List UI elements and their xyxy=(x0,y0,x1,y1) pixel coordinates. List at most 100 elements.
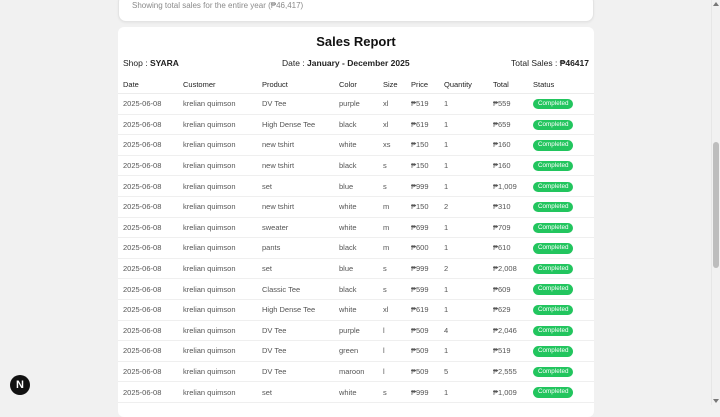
cell-size: l xyxy=(378,340,406,362)
cell-quantity: 1 xyxy=(439,175,488,197)
status-badge: Completed xyxy=(533,263,574,275)
summary-card: Showing total sales for the entire year … xyxy=(118,0,594,22)
sales-table: Date Customer Product Color Size Price Q… xyxy=(118,76,594,403)
cell-price: ₱999 xyxy=(406,381,439,403)
cell-price: ₱619 xyxy=(406,299,439,321)
cell-quantity: 1 xyxy=(439,381,488,403)
cell-product: DV Tee xyxy=(257,340,334,362)
cell-size: xl xyxy=(378,114,406,136)
scroll-up-arrow-icon[interactable] xyxy=(713,2,719,6)
total-sales-label: Total Sales : xyxy=(511,58,560,68)
cell-total: ₱1,009 xyxy=(488,381,528,403)
cell-total: ₱310 xyxy=(488,196,528,218)
cell-total: ₱2,046 xyxy=(488,320,528,342)
cell-price: ₱509 xyxy=(406,320,439,342)
cell-status: Completed xyxy=(528,237,594,259)
cell-customer: krelian quimson xyxy=(178,340,257,362)
nextjs-dev-badge-icon[interactable]: N xyxy=(10,375,30,395)
status-badge: Completed xyxy=(533,284,574,295)
cell-price: ₱599 xyxy=(406,278,439,300)
table-row: 2025-06-08 krelian quimson Classic Tee blac… xyxy=(118,278,594,300)
table-row: 2025-06-08 krelian quimson High Dense Tee b… xyxy=(118,114,594,136)
column-header-price: Price xyxy=(406,76,439,94)
cell-size: s xyxy=(378,258,406,280)
cell-total: ₱519 xyxy=(488,340,528,362)
column-header-quantity: Quantity xyxy=(439,76,488,94)
cell-date: 2025-06-08 xyxy=(118,114,178,136)
cell-color: maroon xyxy=(334,361,378,383)
cell-quantity: 1 xyxy=(439,340,488,362)
scrollbar-thumb[interactable] xyxy=(713,142,719,268)
status-badge: Completed xyxy=(533,243,574,254)
cell-quantity: 5 xyxy=(439,361,488,383)
cell-price: ₱150 xyxy=(406,196,439,218)
column-header-status: Status xyxy=(528,76,594,94)
cell-color: black xyxy=(334,278,378,300)
cell-product: Classic Tee xyxy=(257,278,334,300)
cell-price: ₱509 xyxy=(406,361,439,383)
cell-date: 2025-06-08 xyxy=(118,175,178,197)
cell-size: s xyxy=(378,155,406,177)
cell-quantity: 2 xyxy=(439,258,488,280)
cell-date: 2025-06-08 xyxy=(118,381,178,403)
cell-date: 2025-06-08 xyxy=(118,93,178,115)
cell-color: blue xyxy=(334,258,378,280)
cell-customer: krelian quimson xyxy=(178,114,257,136)
cell-date: 2025-06-08 xyxy=(118,320,178,342)
cell-status: Completed xyxy=(528,381,594,403)
table-row: 2025-06-08 krelian quimson set blue s ₱999 1 ₱1… xyxy=(118,175,594,197)
cell-total: ₱659 xyxy=(488,114,528,136)
cell-customer: krelian quimson xyxy=(178,381,257,403)
cell-quantity: 1 xyxy=(439,114,488,136)
cell-quantity: 1 xyxy=(439,278,488,300)
cell-status: Completed xyxy=(528,299,594,321)
cell-product: High Dense Tee xyxy=(257,114,334,136)
cell-color: white xyxy=(334,299,378,321)
cell-customer: krelian quimson xyxy=(178,361,257,383)
table-header-row: Date Customer Product Color Size Price Q… xyxy=(118,76,594,94)
cell-customer: krelian quimson xyxy=(178,93,257,115)
cell-product: DV Tee xyxy=(257,361,334,383)
cell-size: m xyxy=(378,196,406,218)
cell-quantity: 1 xyxy=(439,237,488,259)
cell-total: ₱160 xyxy=(488,134,528,156)
table-row: 2025-06-08 krelian quimson DV Tee green l ₱50… xyxy=(118,340,594,362)
cell-customer: krelian quimson xyxy=(178,320,257,342)
cell-status: Completed xyxy=(528,217,594,239)
cell-product: set xyxy=(257,258,334,280)
cell-customer: krelian quimson xyxy=(178,155,257,177)
column-header-color: Color xyxy=(334,76,378,94)
cell-date: 2025-06-08 xyxy=(118,237,178,259)
table-row: 2025-06-08 krelian quimson sweater white m ₱6… xyxy=(118,217,594,239)
cell-date: 2025-06-08 xyxy=(118,299,178,321)
date-label: Date : xyxy=(282,58,308,68)
cell-quantity: 2 xyxy=(439,196,488,218)
cell-date: 2025-06-08 xyxy=(118,196,178,218)
summary-note: Showing total sales for the entire year … xyxy=(132,1,304,10)
cell-quantity: 1 xyxy=(439,155,488,177)
cell-product: set xyxy=(257,175,334,197)
column-header-size: Size xyxy=(378,76,406,94)
cell-customer: krelian quimson xyxy=(178,299,257,321)
status-badge: Completed xyxy=(533,346,574,357)
table-row: 2025-06-08 krelian quimson High Dense Tee w… xyxy=(118,299,594,321)
date-value: January - December 2025 xyxy=(307,58,410,68)
sales-report-card: Sales Report Shop : SYARA Date : January… xyxy=(118,27,594,417)
cell-product: DV Tee xyxy=(257,320,334,342)
status-badge: Completed xyxy=(533,160,574,172)
cell-price: ₱699 xyxy=(406,217,439,239)
cell-status: Completed xyxy=(528,196,594,218)
cell-status: Completed xyxy=(528,258,594,280)
cell-size: l xyxy=(378,320,406,342)
status-badge: Completed xyxy=(533,202,574,213)
cell-status: Completed xyxy=(528,175,594,197)
cell-size: xl xyxy=(378,93,406,115)
cell-color: white xyxy=(334,196,378,218)
scroll-down-arrow-icon[interactable] xyxy=(713,399,719,403)
cell-color: blue xyxy=(334,175,378,197)
cell-price: ₱600 xyxy=(406,237,439,259)
table-row: 2025-06-08 krelian quimson pants black m ₱600… xyxy=(118,237,594,259)
cell-total: ₱610 xyxy=(488,237,528,259)
status-badge: Completed xyxy=(533,387,574,398)
page-scrollbar[interactable] xyxy=(711,0,720,405)
